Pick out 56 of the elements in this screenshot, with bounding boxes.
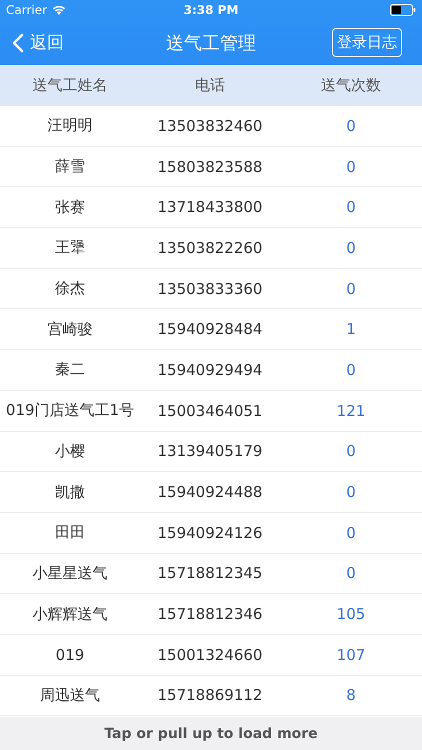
table-cell: 15718812345 [158,564,262,582]
column-header: 送气次数 [321,76,381,95]
table-cell: 13503833360 [158,280,262,298]
table-cell: 15718812346 [158,605,262,624]
table-cell: 小樱 [55,442,85,461]
table-cell: 8 [346,686,356,704]
table-cell: 周迅送气 [40,686,100,705]
wifi-icon [52,5,66,15]
table-cell: 13718433800 [158,198,262,216]
table-cell: 15718869112 [158,686,262,704]
carrier-name: Carrier [6,3,48,17]
table-cell: 107 [336,646,366,664]
table-cell: 0 [346,483,356,502]
table-cell: 15940928484 [158,320,262,338]
table-cell: 15940924488 [158,483,262,502]
table-cell: 宫崎骏 [48,320,92,339]
table-cell: 0 [346,158,356,176]
table-cell: 15001324660 [158,646,262,664]
table-cell: 0 [346,442,356,460]
table-cell: 15803823588 [158,158,262,176]
table-cell: 15940924126 [158,524,262,542]
column-header: 送气工姓名 [32,76,108,95]
battery-icon [390,4,416,16]
table-cell: 15940929494 [158,360,262,379]
table-cell: 汪明明 [48,116,92,136]
chevron-left-icon [12,32,24,52]
table-cell: 0 [346,116,356,135]
table-cell: 徐杰 [55,279,85,298]
table-cell: 019门店送气工1号 [6,401,134,420]
column-header: 电话 [195,76,225,95]
table-cell: 13503822260 [158,238,262,257]
table-cell: 0 [346,280,356,298]
status-time: 3:38 PM [184,3,238,17]
login-log-button[interactable]: 登录日志 [332,28,402,57]
table-cell: 小辉辉送气 [32,604,108,624]
table-cell: 019 [56,646,84,664]
table-cell: 王犟 [55,238,85,258]
table-cell: 105 [336,605,366,624]
table-cell: 张赛 [55,198,85,217]
table-cell: 1 [346,320,356,338]
table-cell: 0 [346,198,356,216]
table-cell: 小星星送气 [32,564,108,583]
page-title: 送气工管理 [166,32,256,54]
table-cell: 凯撒 [55,482,85,502]
table-cell: 13139405179 [158,442,262,460]
table-cell: 0 [346,564,356,582]
table-cell: 121 [336,402,366,420]
table-cell: 0 [346,238,356,257]
table-cell: 0 [346,360,356,379]
back-button[interactable]: 返回 [12,31,64,54]
table-cell: 0 [346,524,356,542]
table-cell: 田田 [55,523,85,542]
table-cell: 薛雪 [55,157,85,176]
table-cell: 13503832460 [158,116,262,135]
table-cell: 15003464051 [158,402,262,420]
table-cell: 秦二 [55,360,85,380]
